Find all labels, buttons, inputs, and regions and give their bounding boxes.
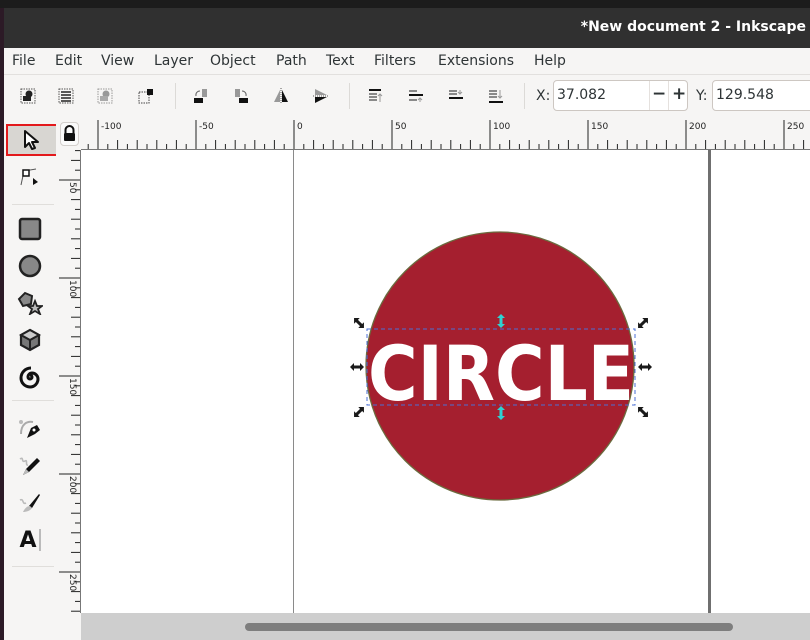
calligraphy-tool[interactable]	[8, 486, 52, 520]
scale-handle-right[interactable]	[638, 363, 652, 371]
scale-handle-bottom-left[interactable]	[351, 404, 367, 420]
toolbox: A	[4, 117, 58, 640]
scale-handle-bottom-right[interactable]	[635, 404, 651, 420]
toolbox-separator	[12, 400, 54, 401]
ruler-label: 150	[591, 122, 608, 132]
menu-path[interactable]: Path	[276, 53, 307, 69]
title-bar: *New document 2 - Inkscape	[4, 8, 810, 48]
ruler-label: 250	[787, 122, 804, 132]
ruler-label: 250	[67, 574, 77, 591]
x-label: X:	[536, 88, 551, 104]
ruler-label: 100	[493, 122, 510, 132]
toolbox-separator	[12, 566, 54, 567]
ruler-label: -50	[199, 122, 214, 132]
3d-box-icon	[18, 328, 42, 352]
select-same-icon[interactable]	[138, 88, 154, 104]
text-tool-icon: A	[19, 527, 37, 553]
rotate-ccw-icon[interactable]	[193, 88, 209, 104]
ruler-label: 0	[297, 122, 303, 132]
y-value: 129.548	[716, 87, 774, 103]
select-all-in-all-layers-icon[interactable]	[58, 88, 74, 104]
spiral-tool[interactable]	[8, 360, 52, 394]
selector-tool[interactable]	[6, 124, 58, 156]
ruler-label: 200	[67, 476, 77, 493]
menu-text[interactable]: Text	[326, 53, 354, 69]
ruler-label: 100	[67, 280, 77, 297]
ruler-label: 150	[67, 378, 77, 395]
spiral-icon	[19, 366, 40, 389]
x-decrement-button[interactable]: −	[652, 84, 666, 104]
raise-icon[interactable]	[408, 88, 424, 104]
lower-icon[interactable]	[448, 88, 464, 104]
flip-horizontal-icon[interactable]	[273, 88, 289, 104]
scale-handle-top-left[interactable]	[351, 315, 367, 331]
toolbar-separator	[349, 83, 350, 109]
rectangle-icon	[18, 217, 42, 241]
lock-icon	[64, 125, 75, 141]
scale-handle-top-right[interactable]	[635, 315, 651, 331]
field-divider	[649, 81, 650, 110]
horizontal-ruler[interactable]: -100 -50 0 50 100 150 200 250	[81, 117, 810, 150]
lower-to-bottom-icon[interactable]	[488, 88, 504, 104]
guide-lock-button[interactable]	[60, 122, 79, 146]
star-polygon-icon	[17, 291, 43, 315]
menu-file[interactable]: File	[12, 53, 35, 69]
tool-controls-bar: X: 37.082 − + Y: 129.548	[4, 75, 810, 117]
deselect-icon[interactable]	[97, 88, 113, 104]
ruler-label: 50	[395, 122, 407, 132]
pointer-arrow-icon	[24, 130, 39, 150]
window-title: *New document 2 - Inkscape	[580, 19, 806, 35]
text-tool[interactable]: A	[8, 523, 52, 557]
artwork: CIRCLE	[350, 231, 652, 501]
x-coordinate-field[interactable]: 37.082	[553, 80, 688, 111]
toolbar-separator	[524, 83, 525, 109]
x-value: 37.082	[557, 87, 606, 103]
pen-bezier-icon	[19, 420, 40, 438]
pencil-tool[interactable]	[8, 449, 52, 483]
toolbar-separator	[175, 83, 176, 109]
raise-to-top-icon[interactable]	[368, 88, 384, 104]
drawing-canvas[interactable]: CIRCLE	[81, 150, 810, 613]
toolbox-footer	[4, 613, 81, 640]
menu-help[interactable]: Help	[534, 53, 566, 69]
horizontal-ruler-ticks: -100 -50 0 50 100 150 200 250	[87, 120, 804, 149]
ruler-label: 200	[689, 122, 706, 132]
ellipse-icon	[18, 254, 42, 278]
y-coordinate-field[interactable]: 129.548	[712, 80, 810, 111]
ruler-label: 50	[67, 182, 77, 194]
menu-edit[interactable]: Edit	[55, 53, 82, 69]
ruler-label: -100	[101, 122, 122, 132]
vertical-ruler[interactable]: 50 100 150 200 250	[56, 150, 81, 613]
node-edit-icon	[20, 168, 38, 186]
text-cursor-icon	[38, 529, 41, 551]
pen-tool[interactable]	[8, 412, 52, 446]
flip-vertical-icon[interactable]	[313, 88, 329, 104]
pencil-icon	[19, 457, 40, 475]
rectangle-tool[interactable]	[8, 212, 52, 246]
menu-view[interactable]: View	[101, 53, 134, 69]
menu-bar: File Edit View Layer Object Path Text Fi…	[4, 48, 810, 75]
3d-box-tool[interactable]	[8, 323, 52, 357]
menu-object[interactable]: Object	[210, 53, 256, 69]
y-label: Y:	[696, 88, 708, 104]
vertical-ruler-ticks: 50 100 150 200 250	[59, 150, 80, 612]
toolbox-separator	[12, 204, 54, 205]
menu-extensions[interactable]: Extensions	[438, 53, 514, 69]
desktop-top-strip	[0, 0, 810, 8]
menu-filters[interactable]: Filters	[374, 53, 416, 69]
calligraphy-brush-icon	[19, 494, 40, 512]
x-increment-button[interactable]: +	[672, 84, 686, 104]
node-tool[interactable]	[8, 160, 52, 194]
star-polygon-tool[interactable]	[8, 286, 52, 320]
ellipse-tool[interactable]	[8, 249, 52, 283]
horizontal-scrollbar-thumb[interactable]	[245, 623, 733, 631]
select-all-icon[interactable]	[20, 88, 36, 104]
scale-handle-left[interactable]	[350, 363, 364, 371]
menu-layer[interactable]: Layer	[154, 53, 193, 69]
horizontal-scrollbar[interactable]	[81, 613, 810, 640]
rotate-cw-icon[interactable]	[233, 88, 249, 104]
field-divider	[668, 81, 669, 110]
